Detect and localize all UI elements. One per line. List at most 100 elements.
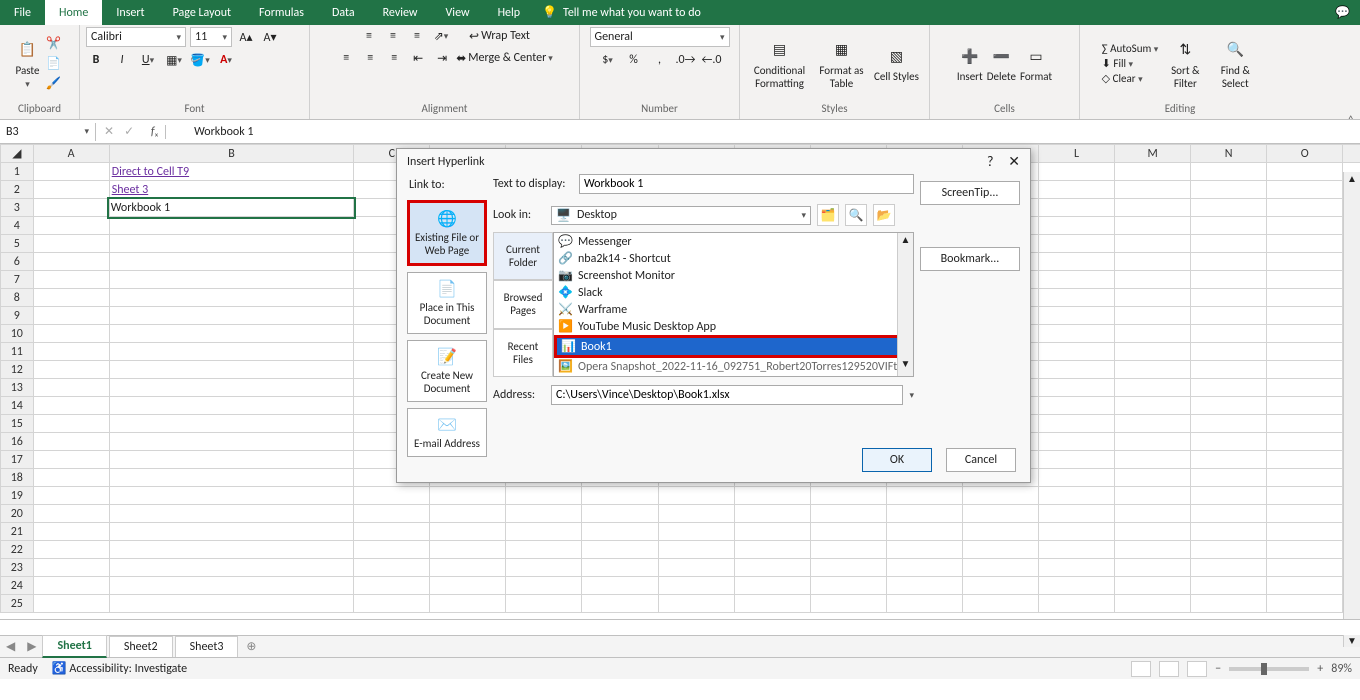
cell[interactable]: [582, 559, 658, 577]
row-header[interactable]: 21: [1, 523, 34, 541]
cell[interactable]: [1267, 577, 1343, 595]
cell[interactable]: [1191, 487, 1267, 505]
wrap-text-button[interactable]: ↩Wrap Text: [469, 27, 530, 45]
cell[interactable]: [582, 523, 658, 541]
row-header[interactable]: 16: [1, 433, 34, 451]
cell[interactable]: [1038, 379, 1114, 397]
row-header[interactable]: 5: [1, 235, 34, 253]
normal-view-button[interactable]: [1131, 661, 1151, 677]
cell[interactable]: [1267, 343, 1343, 361]
cell[interactable]: [109, 235, 354, 253]
cell[interactable]: [33, 235, 109, 253]
cell[interactable]: [582, 505, 658, 523]
format-painter-button[interactable]: 🖌️: [44, 75, 64, 93]
cell[interactable]: [1191, 523, 1267, 541]
cell[interactable]: [1115, 379, 1191, 397]
cell[interactable]: [33, 415, 109, 433]
cell[interactable]: [1115, 361, 1191, 379]
cell[interactable]: [810, 487, 886, 505]
cell[interactable]: [1115, 559, 1191, 577]
cell[interactable]: [109, 577, 354, 595]
cell[interactable]: [430, 577, 506, 595]
lookin-select[interactable]: 🖥️ Desktop ▾: [551, 206, 811, 225]
accessibility-status[interactable]: ♿ Accessibility: Investigate: [52, 661, 187, 676]
cell[interactable]: [1267, 361, 1343, 379]
cell[interactable]: [354, 559, 430, 577]
tell-me[interactable]: 💡 Tell me what you want to do: [534, 5, 701, 20]
tab-file[interactable]: File: [0, 0, 45, 25]
align-left[interactable]: ≡: [336, 49, 356, 67]
row-header[interactable]: 25: [1, 595, 34, 613]
cell[interactable]: [1115, 307, 1191, 325]
cell[interactable]: [33, 289, 109, 307]
cell[interactable]: [33, 163, 109, 181]
fx-button[interactable]: fₓ: [144, 125, 166, 139]
increase-decimal[interactable]: .0→: [676, 51, 696, 69]
cell[interactable]: [354, 505, 430, 523]
cell[interactable]: [658, 577, 734, 595]
find-select-button[interactable]: 🔍Find & Select: [1212, 38, 1258, 90]
cell[interactable]: [354, 523, 430, 541]
cell[interactable]: [1115, 523, 1191, 541]
cell[interactable]: [1191, 577, 1267, 595]
cell[interactable]: [109, 325, 354, 343]
percent-button[interactable]: %: [624, 51, 644, 69]
cell[interactable]: [962, 559, 1038, 577]
cell[interactable]: [582, 487, 658, 505]
cell[interactable]: [33, 397, 109, 415]
cell[interactable]: [1191, 235, 1267, 253]
up-folder-button[interactable]: 🗂️: [817, 204, 839, 226]
cell[interactable]: [1115, 415, 1191, 433]
copy-button[interactable]: 📄: [44, 55, 64, 73]
comments-icon[interactable]: 💬: [1335, 5, 1350, 20]
sheet-tab[interactable]: Sheet1: [42, 635, 106, 658]
cell[interactable]: Workbook 1: [109, 199, 354, 217]
row-header[interactable]: 18: [1, 469, 34, 487]
cell[interactable]: [1038, 505, 1114, 523]
cell[interactable]: [1267, 217, 1343, 235]
cell[interactable]: [33, 541, 109, 559]
currency-button[interactable]: $▾: [598, 51, 618, 69]
row-header[interactable]: 19: [1, 487, 34, 505]
cell[interactable]: [109, 595, 354, 613]
cell[interactable]: [658, 505, 734, 523]
cell[interactable]: [109, 451, 354, 469]
col-header[interactable]: B: [109, 145, 354, 163]
cell[interactable]: [734, 559, 810, 577]
cell[interactable]: [1115, 199, 1191, 217]
cell[interactable]: [1267, 415, 1343, 433]
cell[interactable]: [33, 595, 109, 613]
cell[interactable]: [1115, 181, 1191, 199]
cell[interactable]: [810, 595, 886, 613]
cell[interactable]: [1267, 505, 1343, 523]
align-center[interactable]: ≡: [360, 49, 380, 67]
cell[interactable]: [962, 577, 1038, 595]
cell[interactable]: [1115, 289, 1191, 307]
row-header[interactable]: 22: [1, 541, 34, 559]
clear-button[interactable]: ◇ Clear ▾: [1102, 72, 1159, 85]
row-header[interactable]: 14: [1, 397, 34, 415]
sheet-tab[interactable]: Sheet3: [175, 636, 239, 657]
align-bottom[interactable]: ≡: [407, 27, 427, 45]
orientation-button[interactable]: ⇗▾: [431, 27, 451, 45]
cell[interactable]: [810, 523, 886, 541]
cell[interactable]: [734, 577, 810, 595]
cell[interactable]: [506, 577, 582, 595]
row-header[interactable]: 6: [1, 253, 34, 271]
row-header[interactable]: 7: [1, 271, 34, 289]
screentip-button[interactable]: ScreenTip...: [920, 181, 1020, 205]
linkto-email[interactable]: ✉️E-mail Address: [407, 408, 487, 457]
cell[interactable]: [810, 505, 886, 523]
browse-web-button[interactable]: 🔍: [845, 204, 867, 226]
cell[interactable]: [734, 487, 810, 505]
linkto-existing-file[interactable]: 🌐Existing File or Web Page: [407, 200, 487, 266]
cell[interactable]: [354, 577, 430, 595]
cell[interactable]: [734, 595, 810, 613]
row-header[interactable]: 9: [1, 307, 34, 325]
cell[interactable]: [886, 559, 962, 577]
linkto-place-in-doc[interactable]: 📄Place in This Document: [407, 272, 487, 334]
cell[interactable]: [1267, 325, 1343, 343]
comma-button[interactable]: ,: [650, 51, 670, 69]
select-all[interactable]: ◢: [1, 145, 34, 163]
cell[interactable]: [1191, 253, 1267, 271]
